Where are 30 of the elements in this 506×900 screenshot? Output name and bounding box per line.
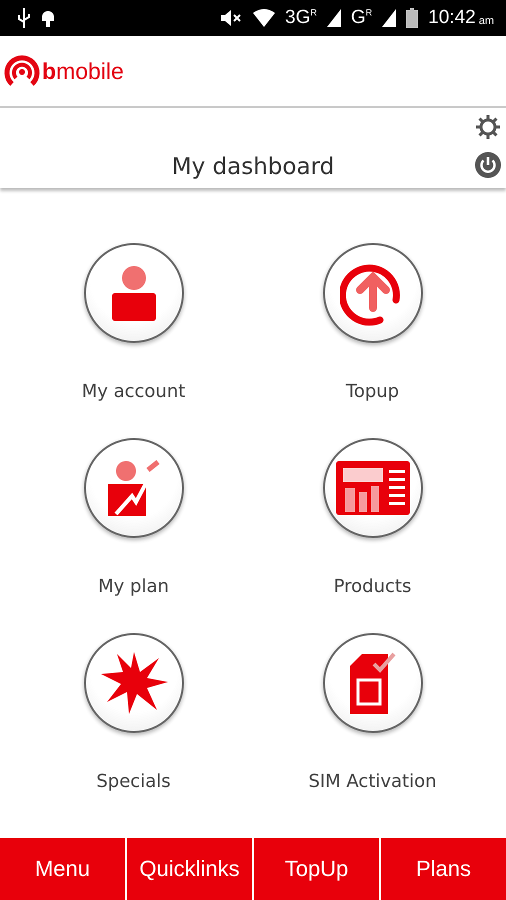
bottom-tab[interactable]: Quicklinks: [127, 838, 252, 900]
bottom-tab[interactable]: Menu: [0, 838, 125, 900]
battery-icon: [406, 8, 418, 28]
signal-icon: [382, 9, 396, 27]
signal-icon: [326, 9, 341, 27]
tile-label: Topup: [346, 381, 400, 402]
settings-icon[interactable]: [475, 114, 501, 140]
dashboard-icon: [334, 460, 410, 516]
starburst-icon: [98, 650, 168, 716]
clock-time: 10:42: [428, 7, 476, 29]
mute-icon: [221, 9, 244, 27]
network-label: 3G$^{R}$: [285, 7, 317, 29]
network-label: G$^{R}$: [350, 7, 372, 29]
power-icon[interactable]: [475, 152, 501, 178]
tile-label: Products: [334, 576, 412, 597]
usb-icon: [18, 8, 30, 28]
brand-logo: bmobile: [42, 58, 124, 84]
sim-card-icon: [348, 652, 398, 714]
tile-label: Specials: [96, 771, 171, 792]
clock-meridiem: am: [478, 15, 494, 27]
tile-label: SIM Activation: [308, 771, 437, 792]
tile-label: My plan: [98, 576, 169, 597]
tile-label: My account: [82, 381, 186, 402]
logo-icon: [4, 54, 40, 88]
wifi-icon: [253, 9, 276, 27]
person-icon: [110, 265, 158, 321]
person-chart-icon: [106, 460, 162, 516]
bottom-tab[interactable]: TopUp: [254, 838, 379, 900]
bottom-tab[interactable]: Plans: [381, 838, 506, 900]
page-title: My dashboard: [172, 154, 334, 180]
